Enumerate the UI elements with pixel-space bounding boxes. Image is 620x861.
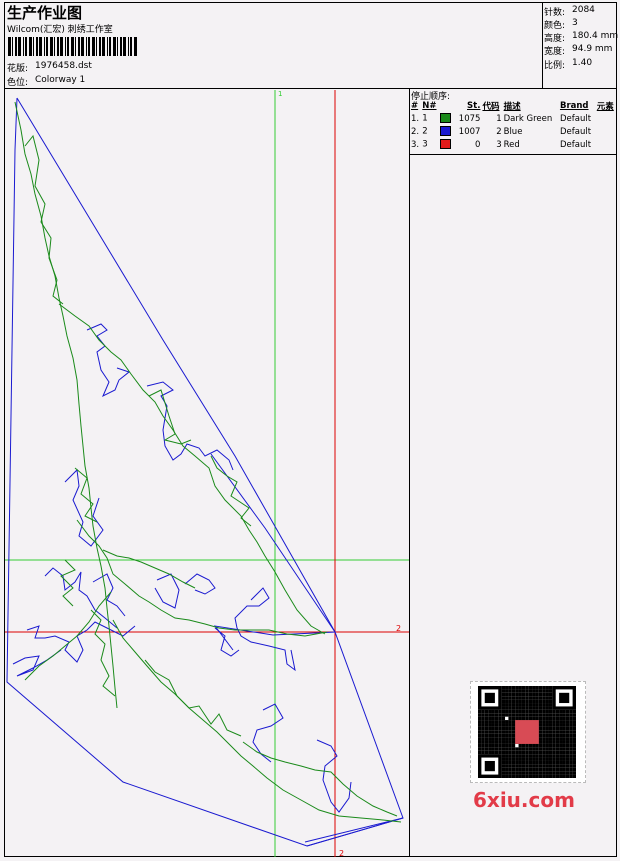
outline-blue-left bbox=[210, 453, 336, 651]
table-divider bbox=[409, 154, 617, 155]
cell-n: 2 bbox=[421, 125, 455, 138]
design-value: 1976458.dst bbox=[35, 61, 92, 71]
cell-element bbox=[596, 125, 617, 138]
cell-code: 1 bbox=[496, 113, 502, 124]
color-swatch bbox=[439, 139, 451, 150]
table-header-row: # N# St. 代码 描述 Brand 元素 bbox=[410, 100, 617, 112]
cell-description: Blue bbox=[503, 126, 523, 137]
watermark: 6xiu.com bbox=[473, 788, 575, 812]
cell-element bbox=[596, 138, 617, 151]
embroidery-preview: 1 2 2 bbox=[5, 90, 409, 857]
width-label: 宽度: bbox=[544, 47, 566, 57]
cell-brand: Default bbox=[559, 139, 592, 150]
cell-brand: Default bbox=[559, 113, 592, 124]
height-label: 高度: bbox=[544, 34, 566, 44]
guide-red-label-bottom: 2 bbox=[339, 849, 344, 857]
cell-num: 2. bbox=[411, 126, 420, 137]
cell-description: Red bbox=[503, 139, 520, 150]
table-row: 3. 3 0 3 Red Default bbox=[410, 138, 617, 151]
needle-number: 1 bbox=[422, 113, 428, 124]
guide-red-label-right: 2 bbox=[396, 624, 401, 633]
panel-divider bbox=[409, 89, 410, 857]
cell-n: 3 bbox=[421, 138, 455, 151]
colorway-value: Colorway 1 bbox=[35, 75, 86, 85]
scale-label: 比例: bbox=[544, 61, 566, 71]
col-element: 元素 bbox=[596, 102, 614, 112]
header-divider bbox=[542, 2, 543, 89]
col-code: 代码 bbox=[482, 102, 500, 112]
cell-stitches: 0 bbox=[475, 139, 481, 150]
needle-number: 3 bbox=[422, 139, 428, 150]
color-count-label: 颜色: bbox=[544, 21, 566, 31]
guide-green-label: 1 bbox=[278, 90, 282, 98]
table-row: 1. 1 1075 1 Dark Green Default bbox=[410, 112, 617, 125]
cell-element bbox=[596, 112, 617, 125]
page-subtitle: Wilcom(汇宏) 刺绣工作室 bbox=[7, 25, 113, 35]
needle-number: 2 bbox=[422, 126, 428, 137]
blue-satin-motifs bbox=[12, 323, 352, 813]
seal-stamp bbox=[515, 720, 539, 744]
color-count-value: 3 bbox=[572, 18, 578, 28]
cell-code: 3 bbox=[496, 139, 502, 150]
col-description: 描述 bbox=[503, 102, 521, 112]
width-value: 94.9 mm bbox=[572, 44, 613, 54]
stop-sequence-table: # N# St. 代码 描述 Brand 元素 1. 1 1075 1 Dark Gre… bbox=[410, 100, 617, 151]
outline-blue bbox=[6, 97, 404, 847]
green-satin-motifs bbox=[14, 101, 402, 823]
outline-blue-base bbox=[304, 817, 404, 847]
col-brand: Brand bbox=[559, 101, 589, 111]
qr-code bbox=[478, 686, 576, 778]
cell-n: 1 bbox=[421, 112, 455, 125]
col-num: # bbox=[411, 101, 419, 111]
table-row: 2. 2 1007 2 Blue Default bbox=[410, 125, 617, 138]
stitch-count-value: 2084 bbox=[572, 5, 595, 15]
cell-num: 1. bbox=[411, 113, 420, 124]
height-value: 180.4 mm bbox=[572, 31, 619, 41]
design-label: 花版: bbox=[7, 64, 29, 74]
cell-stitches: 1075 bbox=[458, 113, 481, 124]
cell-num: 3. bbox=[411, 139, 420, 150]
page-title: 生产作业图 bbox=[7, 4, 83, 22]
cell-brand: Default bbox=[559, 126, 592, 137]
barcode bbox=[8, 37, 137, 56]
col-stitches: St. bbox=[467, 101, 481, 111]
cell-description: Dark Green bbox=[503, 113, 553, 124]
stitch-count-label: 针数: bbox=[544, 8, 566, 18]
color-swatch bbox=[439, 126, 451, 137]
color-swatch bbox=[439, 113, 451, 124]
scale-value: 1.40 bbox=[572, 58, 593, 68]
col-n: N# bbox=[422, 101, 437, 111]
cell-stitches: 1007 bbox=[458, 126, 481, 137]
cell-code: 2 bbox=[496, 126, 502, 137]
colorway-label: 色位: bbox=[7, 78, 29, 88]
